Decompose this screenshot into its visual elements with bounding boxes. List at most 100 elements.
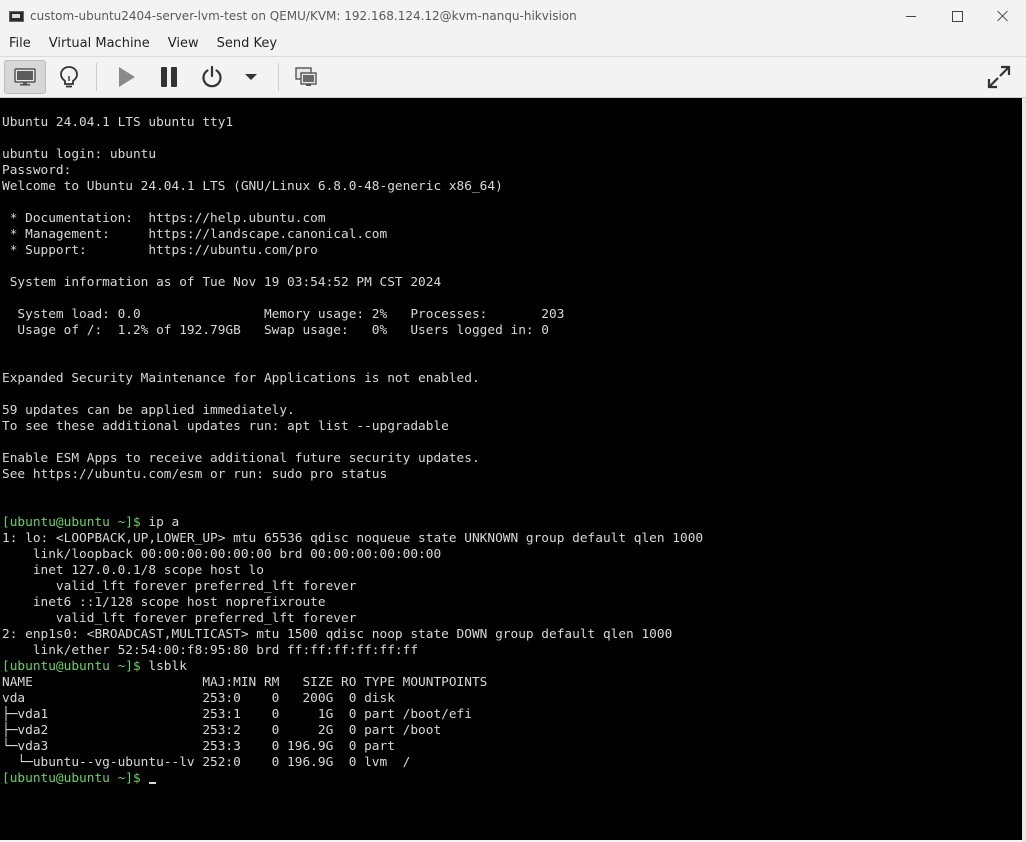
snapshots-button[interactable] [288, 60, 324, 94]
console-command [141, 771, 149, 786]
console-line: NAME MAJ:MIN RM SIZE RO TYPE MOUNTPOINTS [2, 675, 1022, 691]
console-text: * Support: https://ubuntu.com/pro [2, 243, 318, 258]
window-title: custom-ubuntu2404-server-lvm-test on QEM… [30, 9, 577, 23]
lightbulb-icon [60, 66, 78, 88]
console-text: 2: enp1s0: <BROADCAST,MULTICAST> mtu 150… [2, 627, 673, 642]
console-line: * Management: https://landscape.canonica… [2, 227, 1022, 243]
dropdown-arrow-icon [245, 74, 257, 80]
console-line: 2: enp1s0: <BROADCAST,MULTICAST> mtu 150… [2, 627, 1022, 643]
console-text: vda 253:0 0 200G 0 disk [2, 691, 395, 706]
menu-send-key[interactable]: Send Key [208, 32, 286, 56]
console-text: Password: [2, 163, 72, 178]
text-cursor [149, 782, 157, 784]
maximize-icon [951, 10, 963, 22]
shell-prompt: [ubuntu@ubuntu ~]$ [2, 659, 141, 674]
toolbar [0, 57, 1026, 98]
vm-console-screen[interactable]: Ubuntu 24.04.1 LTS ubuntu tty1 ubuntu log… [0, 98, 1022, 840]
close-button[interactable] [980, 0, 1026, 32]
console-text: System load: 0.0 Memory usage: 2% Proces… [2, 307, 565, 322]
console-command: ip a [140, 515, 180, 530]
console-text: └─ubuntu--vg-ubuntu--lv 252:0 0 196.9G 0… [2, 755, 411, 770]
console-line: See https://ubuntu.com/esm or run: sudo … [2, 467, 1022, 483]
console-text: NAME MAJ:MIN RM SIZE RO TYPE MOUNTPOINTS [2, 675, 488, 690]
console-command: lsblk [140, 659, 187, 674]
console-text: valid_lft forever preferred_lft forever [2, 579, 357, 594]
toolbar-separator [96, 63, 97, 91]
console-text: ubuntu login: ubuntu [2, 147, 157, 162]
console-text: valid_lft forever preferred_lft forever [2, 611, 357, 626]
shell-prompt: [ubuntu@ubuntu ~]$ [2, 771, 141, 786]
console-text: 1: lo: <LOOPBACK,UP,LOWER_UP> mtu 65536 … [2, 531, 704, 546]
toolbar-separator [278, 63, 279, 91]
console-text: * Documentation: https://help.ubuntu.com [2, 211, 326, 226]
console-line: * Support: https://ubuntu.com/pro [2, 243, 1022, 259]
menu-bar: File Virtual Machine View Send Key [0, 32, 1026, 57]
details-view-button[interactable] [52, 60, 86, 94]
virt-manager-app-icon [8, 8, 24, 24]
console-text: Ubuntu 24.04.1 LTS ubuntu tty1 [2, 115, 234, 130]
pause-icon [161, 67, 177, 87]
console-text: ├─vda1 253:1 0 1G 0 part /boot/efi [2, 707, 472, 722]
console-line: └─vda3 253:3 0 196.9G 0 part [2, 739, 1022, 755]
menu-file[interactable]: File [0, 32, 40, 56]
console-line: System information as of Tue Nov 19 03:5… [2, 275, 1022, 291]
shell-prompt: [ubuntu@ubuntu ~]$ [2, 515, 141, 530]
minimize-button[interactable] [888, 0, 934, 32]
console-text: Enable ESM Apps to receive additional fu… [2, 451, 480, 466]
console-line: valid_lft forever preferred_lft forever [2, 579, 1022, 595]
minimize-icon [906, 15, 916, 17]
console-command-line: [ubuntu@ubuntu ~]$ lsblk [2, 659, 1022, 675]
console-text: * Management: https://landscape.canonica… [2, 227, 388, 242]
console-line: inet6 ::1/128 scope host noprefixroute [2, 595, 1022, 611]
console-line: * Documentation: https://help.ubuntu.com [2, 211, 1022, 227]
console-line: 59 updates can be applied immediately. [2, 403, 1022, 419]
fullscreen-button[interactable] [980, 60, 1018, 94]
console-line: inet 127.0.0.1/8 scope host lo [2, 563, 1022, 579]
console-text: inet6 ::1/128 scope host noprefixroute [2, 595, 326, 610]
console-line: └─ubuntu--vg-ubuntu--lv 252:0 0 196.9G 0… [2, 755, 1022, 771]
console-line: System load: 0.0 Memory usage: 2% Proces… [2, 307, 1022, 323]
run-button[interactable] [108, 60, 144, 94]
console-line: vda 253:0 0 200G 0 disk [2, 691, 1022, 707]
console-line: Enable ESM Apps to receive additional fu… [2, 451, 1022, 467]
close-icon [997, 10, 1009, 22]
menu-virtual-machine[interactable]: Virtual Machine [40, 32, 159, 56]
console-line: link/ether 52:54:00:f8:95:80 brd ff:ff:f… [2, 643, 1022, 659]
console-line: Ubuntu 24.04.1 LTS ubuntu tty1 [2, 115, 1022, 131]
window-controls [888, 0, 1026, 32]
console-text: Expanded Security Maintenance for Applic… [2, 371, 480, 386]
console-line: ├─vda1 253:1 0 1G 0 part /boot/efi [2, 707, 1022, 723]
console-text: 59 updates can be applied immediately. [2, 403, 295, 418]
console-text: System information as of Tue Nov 19 03:5… [2, 275, 442, 290]
console-view-button[interactable] [4, 60, 46, 94]
console-text: Welcome to Ubuntu 24.04.1 LTS (GNU/Linux… [2, 179, 503, 194]
console-line: valid_lft forever preferred_lft forever [2, 611, 1022, 627]
monitor-icon [14, 68, 36, 86]
console-line: 1: lo: <LOOPBACK,UP,LOWER_UP> mtu 65536 … [2, 531, 1022, 547]
fullscreen-icon [987, 65, 1011, 89]
pause-button[interactable] [151, 60, 187, 94]
console-text: inet 127.0.0.1/8 scope host lo [2, 563, 264, 578]
shutdown-button[interactable] [194, 60, 230, 94]
console-line: Expanded Security Maintenance for Applic… [2, 371, 1022, 387]
play-icon [119, 67, 135, 87]
window-border [1022, 98, 1026, 842]
power-icon [202, 65, 222, 88]
shutdown-menu-button[interactable] [238, 60, 264, 94]
console-line: To see these additional updates run: apt… [2, 419, 1022, 435]
console-line: Welcome to Ubuntu 24.04.1 LTS (GNU/Linux… [2, 179, 1022, 195]
menu-view[interactable]: View [159, 32, 208, 56]
maximize-button[interactable] [934, 0, 980, 32]
console-line: Usage of /: 1.2% of 192.79GB Swap usage:… [2, 323, 1022, 339]
console-text: link/loopback 00:00:00:00:00:00 brd 00:0… [2, 547, 442, 562]
screens-icon [295, 67, 317, 86]
